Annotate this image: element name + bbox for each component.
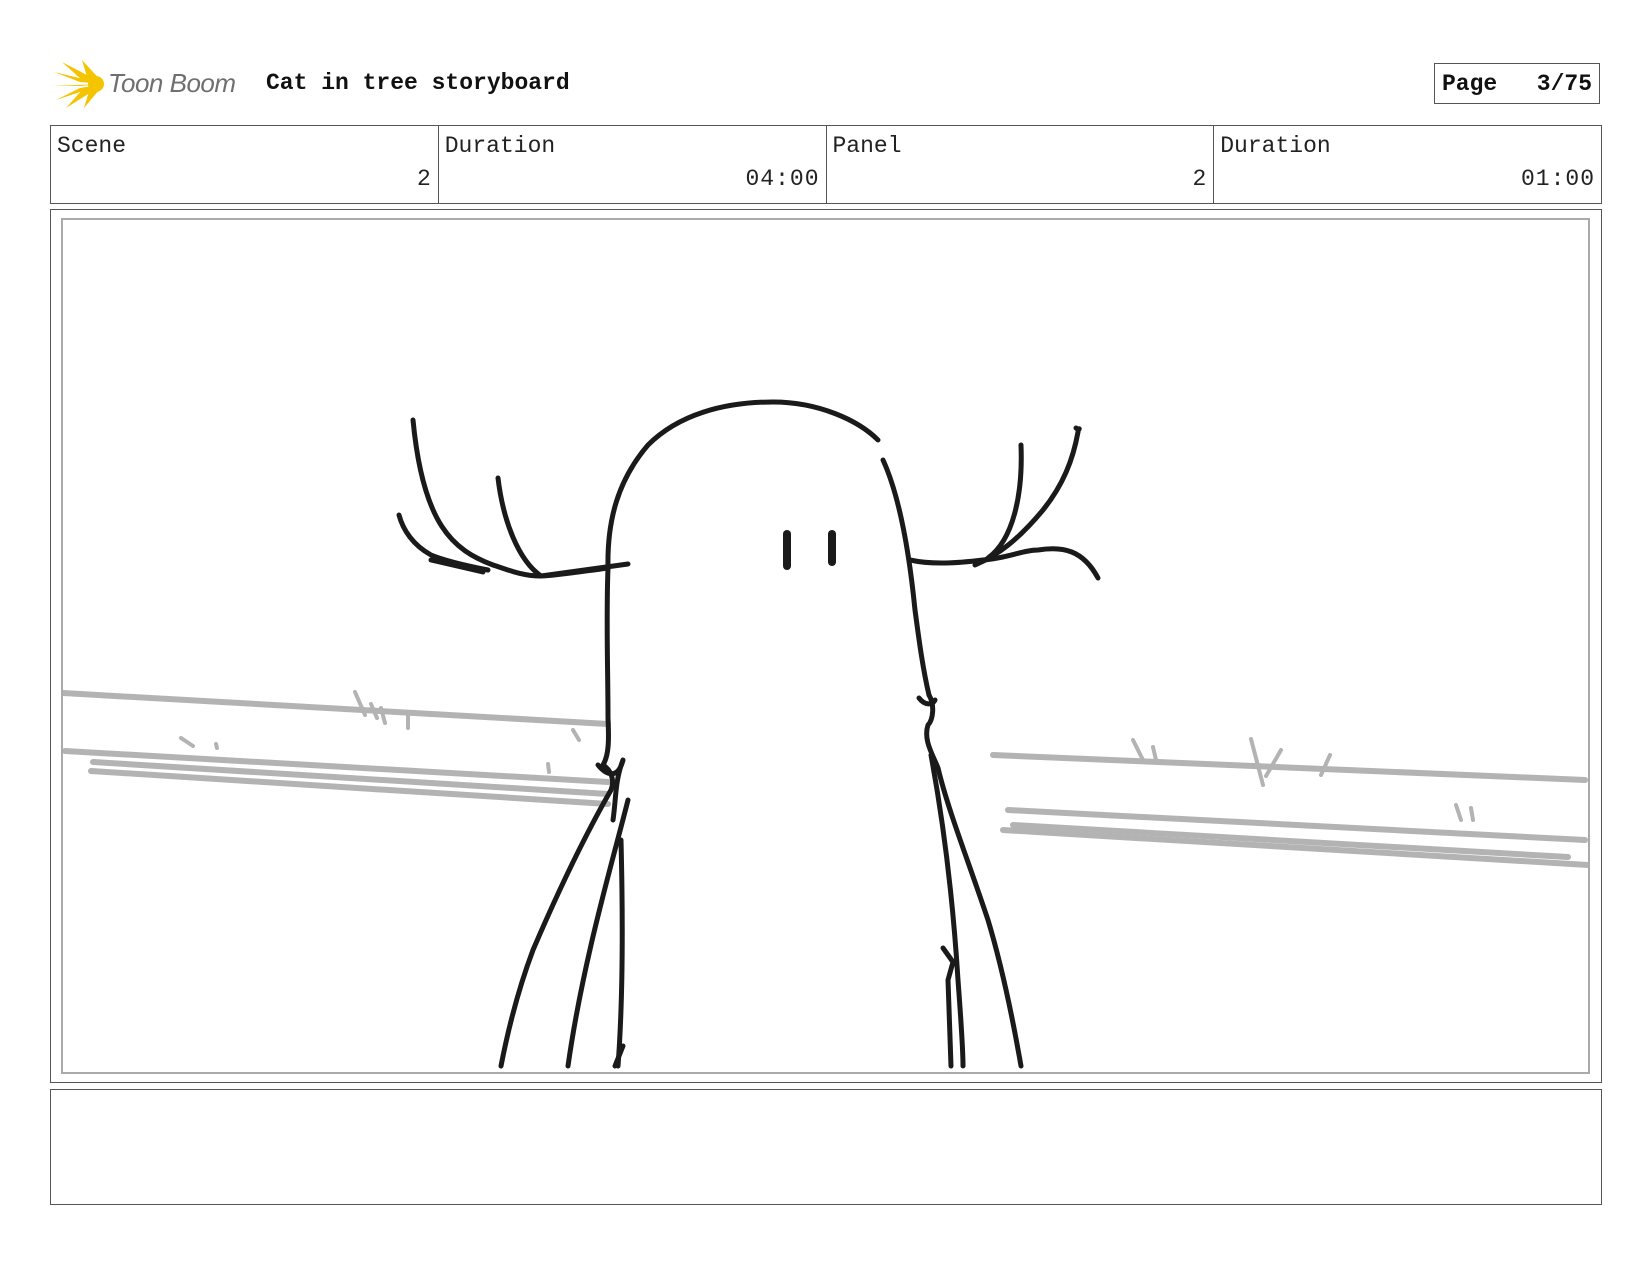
scene-duration-label: Duration [444,133,556,159]
brand-wordmark: Toon Boom [108,68,236,98]
page-label: Page [1442,71,1498,97]
branch-right-main [907,546,1101,581]
bg-line-upper-left [63,690,611,727]
storyboard-panel-frame [50,209,1602,1083]
branch-left-inner [495,475,544,579]
tree-trunk-right-upper [880,457,932,698]
storyboard-panel-image [61,218,1590,1074]
panel-value: 2 [1192,166,1208,192]
tree-root-left-inner [615,837,625,1069]
toon-boom-logo: Toon Boom [52,58,252,110]
bg-line-upper-right [990,752,1588,783]
tree-root-right-outer [924,692,1024,1069]
scene-label: Scene [57,133,127,159]
panel-caption-box [50,1089,1602,1205]
starburst-logo-icon [52,60,104,108]
panel-label: Panel [832,133,902,159]
scene-cell: Scene 2 [51,126,439,203]
tree-eyes [783,530,836,570]
panel-duration-label: Duration [1220,133,1331,159]
scene-value: 2 [416,166,432,192]
document-title: Cat in tree storyboard [266,70,570,96]
page-number: 3/75 [1536,71,1592,97]
page-indicator: Page 3/75 [1434,63,1600,104]
panel-duration-value: 01:00 [1520,166,1595,192]
tree-sketch-drawing [63,399,1588,1069]
scene-info-table: Scene 2 Duration 04:00 Panel 2 Duration … [50,125,1602,204]
scene-duration-cell: Duration 04:00 [439,126,827,203]
branch-right-upper [972,425,1082,568]
grass-tufts [179,690,1475,822]
panel-cell: Panel 2 [827,126,1215,203]
panel-duration-cell: Duration 01:00 [1214,126,1601,203]
tree-crown-outline [605,399,881,571]
scene-duration-value: 04:00 [745,166,820,192]
branch-left-outer [410,417,496,568]
bg-line-lower-right-2 [1010,822,1571,860]
background-lines [63,690,1588,868]
storyboard-header: Toon Boom Cat in tree storyboard [52,54,612,114]
tree-trunk-left-side [600,565,611,768]
tree [396,399,1101,1069]
